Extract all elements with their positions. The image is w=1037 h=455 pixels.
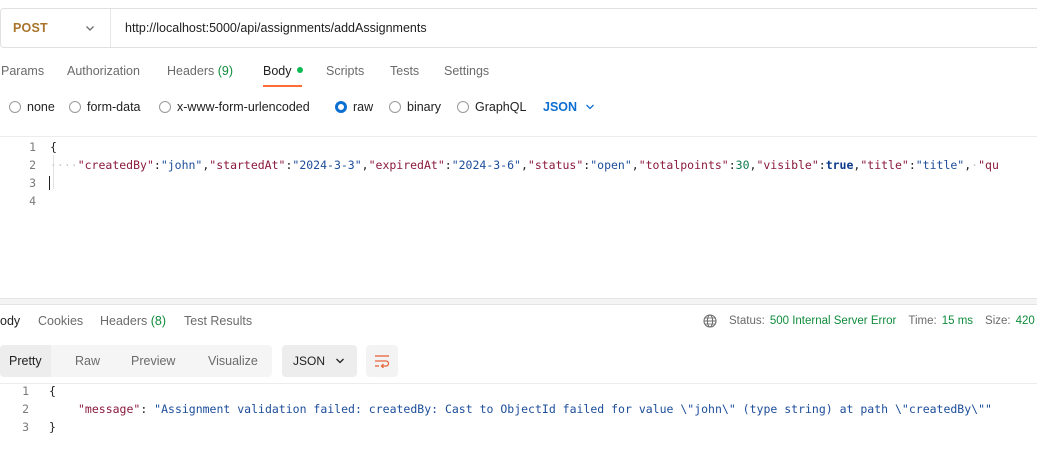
line-number: 3	[29, 176, 36, 190]
line-number: 4	[29, 194, 36, 208]
pane-resize-handle[interactable]	[0, 298, 1037, 305]
tab-headers[interactable]: Headers (9)	[167, 64, 233, 78]
response-line-1: {	[49, 384, 56, 398]
response-line-2: "message": "Assignment validation failed…	[78, 402, 992, 416]
radio-circle-icon	[9, 101, 21, 113]
tab-response-body[interactable]: ody	[0, 314, 20, 328]
code-line-2: ····"createdBy":"john","startedAt":"2024…	[50, 158, 999, 172]
size-label: Size:	[985, 315, 1011, 327]
line-number: 2	[29, 158, 36, 172]
view-raw[interactable]: Raw	[66, 345, 109, 377]
response-line-3: }	[49, 420, 56, 434]
response-status-bar: Status: 500 Internal Server Error Time: 15…	[703, 314, 1035, 328]
tab-body[interactable]: Body	[263, 64, 303, 78]
tab-response-headers[interactable]: Headers (8)	[100, 314, 166, 328]
tab-tests[interactable]: Tests	[390, 64, 419, 78]
radio-none-label: none	[27, 100, 55, 114]
tab-scripts[interactable]: Scripts	[326, 64, 364, 78]
tab-body-label: Body	[263, 64, 292, 78]
wrap-lines-button[interactable]	[366, 345, 398, 377]
line-number: 1	[29, 140, 36, 154]
view-visualize[interactable]: Visualize	[199, 345, 267, 377]
radio-circle-icon	[159, 101, 171, 113]
radio-none[interactable]: none	[9, 100, 55, 114]
radio-circle-icon	[389, 101, 401, 113]
tab-params[interactable]: Params	[1, 64, 44, 78]
url-bar: POST http://localhost:5000/api/assignmen…	[0, 8, 1037, 48]
size-value[interactable]: 420	[1016, 315, 1035, 327]
tab-response-headers-label: Headers	[100, 314, 148, 328]
language-selector[interactable]: JSON	[543, 100, 595, 114]
radio-graphql-label: GraphQL	[475, 100, 527, 114]
radio-circle-icon	[457, 101, 469, 113]
tab-authorization[interactable]: Authorization	[67, 64, 140, 78]
tab-test-results[interactable]: Test Results	[184, 314, 252, 328]
radio-urlencoded-label: x-www-form-urlencoded	[177, 100, 310, 114]
time-value[interactable]: 15 ms	[942, 315, 973, 327]
radio-graphql[interactable]: GraphQL	[457, 100, 526, 114]
line-number: 2	[22, 402, 29, 416]
chevron-down-icon	[586, 104, 595, 110]
line-number: 3	[22, 420, 29, 434]
method-label: POST	[13, 21, 48, 35]
request-body-editor[interactable]: 1 2 3 4 { ····"createdBy":"john","starte…	[0, 136, 1037, 298]
globe-icon[interactable]	[703, 314, 717, 328]
tab-response-headers-count: (8)	[150, 314, 167, 328]
view-pretty[interactable]: Pretty	[0, 345, 51, 377]
radio-raw[interactable]: raw	[335, 100, 373, 114]
modified-dot-icon	[296, 67, 303, 73]
chevron-down-icon	[336, 358, 344, 364]
radio-form-data[interactable]: form-data	[69, 100, 141, 114]
radio-binary[interactable]: binary	[389, 100, 441, 114]
radio-urlencoded[interactable]: x-www-form-urlencoded	[159, 100, 310, 114]
language-label: JSON	[543, 100, 578, 114]
url-input[interactable]: http://localhost:5000/api/assignments/ad…	[111, 21, 427, 35]
method-selector[interactable]: POST	[1, 9, 111, 47]
status-label: Status:	[729, 315, 765, 327]
tab-headers-count: (9)	[217, 64, 234, 78]
chevron-down-icon	[86, 26, 94, 31]
status-value[interactable]: 500 Internal Server Error	[770, 315, 897, 327]
time-label: Time:	[908, 315, 937, 327]
wrap-lines-icon	[375, 355, 390, 368]
radio-binary-label: binary	[407, 100, 442, 114]
tab-headers-label: Headers	[167, 64, 215, 78]
response-body-viewer[interactable]: 1 2 3 { "message": "Assignment validatio…	[0, 383, 1037, 455]
radio-circle-icon	[69, 101, 81, 113]
response-format-label: JSON	[293, 354, 326, 368]
code-line-1: {	[50, 140, 57, 154]
tab-cookies[interactable]: Cookies	[38, 314, 83, 328]
radio-raw-label: raw	[353, 100, 374, 114]
tab-settings[interactable]: Settings	[444, 64, 489, 78]
response-format-selector[interactable]: JSON	[282, 345, 357, 377]
radio-selected-icon	[335, 101, 347, 113]
view-preview[interactable]: Preview	[122, 345, 184, 377]
text-cursor	[49, 176, 50, 190]
active-tab-indicator	[263, 85, 302, 87]
radio-form-data-label: form-data	[87, 100, 141, 114]
line-number: 1	[22, 384, 29, 398]
